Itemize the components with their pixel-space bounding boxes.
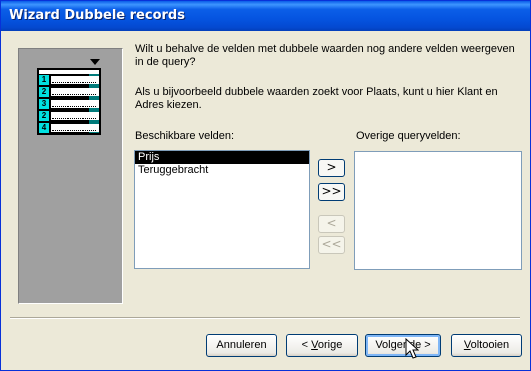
cancel-button[interactable]: Annuleren bbox=[206, 334, 277, 357]
back-prefix: < bbox=[301, 339, 312, 351]
wizard-illustration: 1 2 3 2 4 bbox=[18, 48, 123, 304]
row-number: 1 bbox=[39, 75, 49, 85]
add-all-fields-button[interactable]: >> bbox=[318, 183, 345, 201]
finish-button[interactable]: Voltooien bbox=[451, 334, 522, 357]
back-rest: orige bbox=[317, 339, 343, 351]
mouse-cursor-icon bbox=[405, 338, 419, 359]
row-number: 2 bbox=[39, 87, 49, 97]
selected-fields-label: Overige queryvelden: bbox=[356, 130, 461, 142]
remove-all-fields-button[interactable]: << bbox=[318, 236, 345, 254]
row-number: 3 bbox=[39, 99, 49, 109]
available-fields-label: Beschikbare velden: bbox=[135, 130, 235, 142]
table-graphic: 1 2 3 2 4 bbox=[37, 68, 101, 135]
title-bar[interactable]: Wizard Dubbele records bbox=[1, 1, 530, 31]
intro-text: Wilt u behalve de velden met dubbele waa… bbox=[135, 43, 515, 68]
finish-rest: oltooien bbox=[470, 339, 510, 351]
next-button[interactable]: Volgende > bbox=[365, 334, 441, 357]
back-accesskey: V bbox=[311, 339, 318, 351]
selected-fields-list[interactable] bbox=[354, 151, 522, 270]
wizard-window: Wizard Dubbele records 1 2 3 2 4 Wilt u … bbox=[0, 0, 531, 371]
remove-field-button[interactable]: < bbox=[318, 215, 345, 233]
divider bbox=[10, 317, 520, 319]
row-number: 2 bbox=[39, 111, 49, 121]
row-number: 4 bbox=[39, 123, 49, 133]
back-button[interactable]: < Vorige bbox=[286, 334, 358, 357]
available-fields-list[interactable]: Prijs Teruggebracht bbox=[134, 150, 310, 269]
list-item[interactable]: Prijs bbox=[135, 151, 309, 164]
list-item[interactable]: Teruggebracht bbox=[135, 164, 309, 177]
add-field-button[interactable]: > bbox=[318, 159, 345, 177]
arrow-down-icon bbox=[90, 59, 100, 65]
window-title: Wizard Dubbele records bbox=[9, 8, 185, 23]
finish-accesskey: V bbox=[463, 339, 471, 351]
example-text: Als u bijvoorbeeld dubbele waarden zoekt… bbox=[135, 86, 498, 111]
